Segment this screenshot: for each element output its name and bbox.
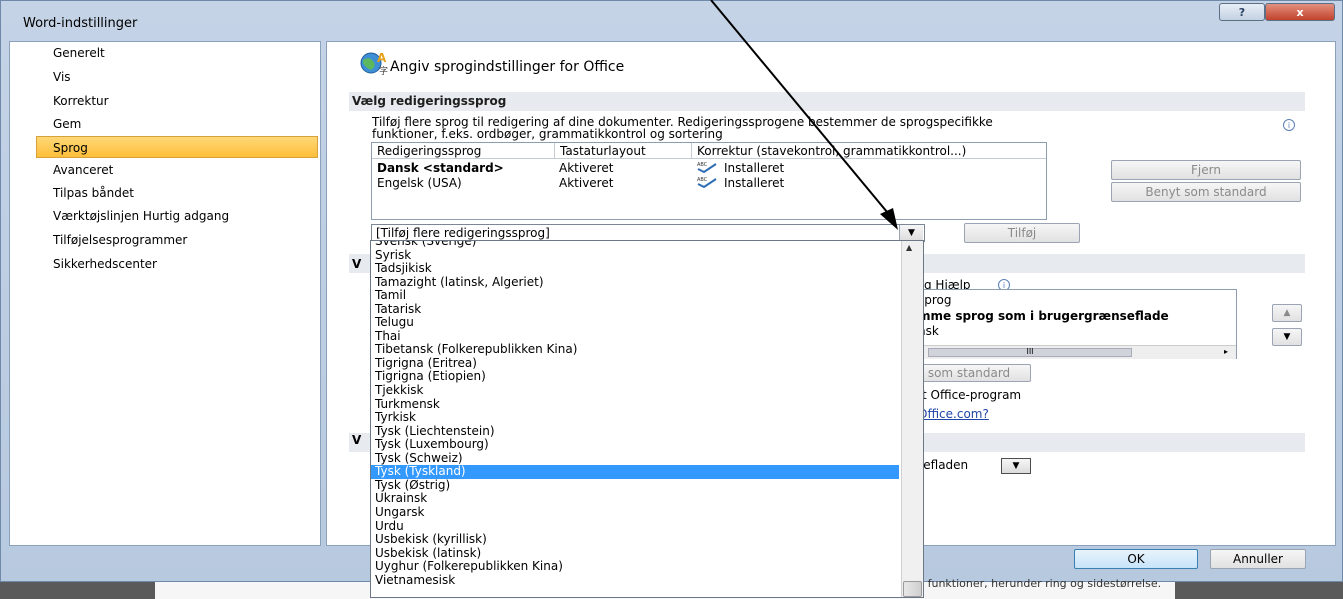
section-header-prefix: V bbox=[352, 433, 362, 447]
scroll-up-icon[interactable]: ▲ bbox=[906, 243, 912, 252]
svg-text:ABC: ABC bbox=[697, 162, 708, 168]
dropdown-item[interactable]: Tadsjikisk bbox=[371, 261, 899, 276]
list-item[interactable]: mme sprog som i brugergrænseflade bbox=[918, 309, 1169, 323]
language-globe-icon: A 字 bbox=[360, 51, 388, 77]
column-header-language[interactable]: Redigeringssprog bbox=[372, 143, 555, 159]
nav-item-sikkerhedscenter[interactable]: Sikkerhedscenter bbox=[10, 253, 320, 275]
dropdown-item[interactable]: Tyrkisk bbox=[371, 410, 899, 425]
dropdown-item-selected[interactable]: Tysk (Tyskland) bbox=[371, 465, 899, 479]
set-default-button[interactable]: Benyt som standard bbox=[1111, 182, 1301, 202]
dropdown-item[interactable]: Turkmensk bbox=[371, 397, 899, 412]
table-row[interactable]: Dansk <standard> Aktiveret ABC Installer… bbox=[372, 161, 1046, 175]
row-language: Dansk <standard> bbox=[377, 161, 504, 175]
svg-text:字: 字 bbox=[379, 65, 388, 77]
svg-text:A: A bbox=[377, 51, 387, 65]
combo-chevron-down-icon[interactable]: ▼ bbox=[1001, 458, 1031, 474]
row-proofing: Installeret bbox=[724, 176, 785, 190]
dropdown-item[interactable]: Tysk (Østrig) bbox=[371, 478, 899, 493]
office-com-link[interactable]: Office.com? bbox=[918, 407, 989, 421]
column-header-proofing[interactable]: Korrektur (stavekontrol, grammatikkontro… bbox=[692, 143, 1046, 159]
page-title: Angiv sprogindstillinger for Office bbox=[390, 59, 625, 75]
options-nav: Generelt Vis Korrektur Gem Sprog Avancer… bbox=[9, 41, 321, 546]
editing-language-description: Tilføj flere sprog til redigering af din… bbox=[372, 115, 993, 141]
scroll-thumb[interactable]: III bbox=[928, 348, 1132, 357]
row-keyboard: Aktiveret bbox=[559, 161, 614, 175]
dropdown-item[interactable]: Thai bbox=[371, 329, 899, 344]
dropdown-item[interactable]: Usbekisk (latinsk) bbox=[371, 546, 899, 561]
dropdown-item[interactable]: Tibetansk (Folkerepublikken Kina) bbox=[371, 343, 899, 357]
scroll-right-icon[interactable]: ▸ bbox=[1224, 347, 1228, 356]
add-language-button[interactable]: Tilføj bbox=[964, 223, 1080, 243]
nav-item-generelt[interactable]: Generelt bbox=[10, 42, 320, 64]
window-title: Word-indstillinger bbox=[23, 16, 138, 31]
section-header-editing-languages: Vælg redigeringssprog bbox=[349, 92, 1305, 111]
help-set-default-button[interactable]: som standard bbox=[907, 364, 1031, 382]
dropdown-item[interactable]: Tamil bbox=[371, 289, 899, 303]
dropdown-item[interactable]: Ukrainsk bbox=[371, 492, 899, 506]
row-keyboard: Aktiveret bbox=[559, 176, 614, 190]
column-header-keyboard[interactable]: Tastaturlayout bbox=[555, 143, 692, 159]
scroll-thumb[interactable] bbox=[903, 581, 922, 597]
dropdown-item[interactable]: Tysk (Schweiz) bbox=[371, 451, 899, 466]
info-icon[interactable]: i bbox=[1283, 119, 1295, 131]
section-header-prefix: V bbox=[352, 257, 362, 271]
nav-item-tilpas-baandet[interactable]: Tilpas båndet bbox=[10, 182, 320, 204]
dropdown-item[interactable]: Vietnamesisk bbox=[371, 573, 899, 588]
move-up-button[interactable]: ▲ bbox=[1272, 304, 1302, 322]
dropdown-item[interactable]: Tjekkisk bbox=[371, 383, 899, 398]
ok-button[interactable]: OK bbox=[1074, 549, 1198, 569]
title-bar: Word-indstillinger ? x bbox=[1, 1, 1342, 41]
background-document-text: kke funktioner, herunder ring og sidestø… bbox=[905, 577, 1162, 590]
close-button[interactable]: x bbox=[1265, 3, 1335, 21]
dropdown-item[interactable]: Tatarisk bbox=[371, 302, 899, 317]
nav-item-tilfoejelsesprogrammer[interactable]: Tilføjelsesprogrammer bbox=[10, 229, 320, 251]
row-language: Engelsk (USA) bbox=[377, 176, 462, 190]
nav-item-korrektur[interactable]: Korrektur bbox=[10, 90, 320, 112]
cancel-button[interactable]: Annuller bbox=[1210, 549, 1306, 569]
editing-languages-table[interactable]: Redigeringssprog Tastaturlayout Korrektu… bbox=[371, 142, 1047, 220]
svg-text:ABC: ABC bbox=[697, 177, 708, 183]
dropdown-item[interactable]: Tysk (Liechtenstein) bbox=[371, 424, 899, 439]
dropdown-item[interactable]: Svensk (Sverige) bbox=[371, 241, 899, 249]
dropdown-item[interactable]: Uyghur (Folkerepublikken Kina) bbox=[371, 560, 899, 574]
vertical-scrollbar[interactable]: ▲ bbox=[901, 241, 923, 597]
remove-button[interactable]: Fjern bbox=[1111, 160, 1301, 180]
language-dropdown-list[interactable]: Svensk (Sverige) Syrisk Tadsjikisk Tamazig… bbox=[370, 240, 924, 598]
dropdown-item[interactable]: Tamazight (latinsk, Algeriet) bbox=[371, 275, 899, 290]
help-button[interactable]: ? bbox=[1219, 3, 1265, 21]
dropdown-item[interactable]: Tigrigna (Etiopien) bbox=[371, 370, 899, 384]
combo-chevron-down-icon[interactable]: ▼ bbox=[899, 225, 923, 241]
nav-item-sprog[interactable]: Sprog bbox=[36, 136, 318, 158]
dropdown-item[interactable]: Tigrigna (Eritrea) bbox=[371, 356, 899, 371]
nav-item-vis[interactable]: Vis bbox=[10, 66, 320, 88]
horizontal-scrollbar[interactable]: III ▸ bbox=[918, 345, 1236, 359]
office-program-text: ft Office-program bbox=[918, 388, 1022, 402]
dropdown-item[interactable]: Urdu bbox=[371, 519, 899, 534]
dropdown-item[interactable]: Usbekisk (kyrillisk) bbox=[371, 532, 899, 547]
nav-item-hurtig-adgang[interactable]: Værktøjslinjen Hurtig adgang bbox=[10, 205, 320, 227]
nav-item-avanceret[interactable]: Avanceret bbox=[10, 159, 320, 181]
table-row[interactable]: Engelsk (USA) Aktiveret ABC Installeret bbox=[372, 176, 1046, 190]
spellcheck-icon: ABC bbox=[697, 177, 717, 188]
dropdown-item[interactable]: Telugu bbox=[371, 316, 899, 330]
row-proofing: Installeret bbox=[724, 161, 785, 175]
nav-item-gem[interactable]: Gem bbox=[10, 113, 320, 135]
dropdown-item[interactable]: Ungarsk bbox=[371, 505, 899, 520]
dropdown-item[interactable]: Tysk (Luxembourg) bbox=[371, 438, 899, 452]
move-down-button[interactable]: ▼ bbox=[1272, 328, 1302, 346]
spellcheck-icon: ABC bbox=[697, 162, 717, 173]
dropdown-item[interactable]: Syrisk bbox=[371, 248, 899, 263]
